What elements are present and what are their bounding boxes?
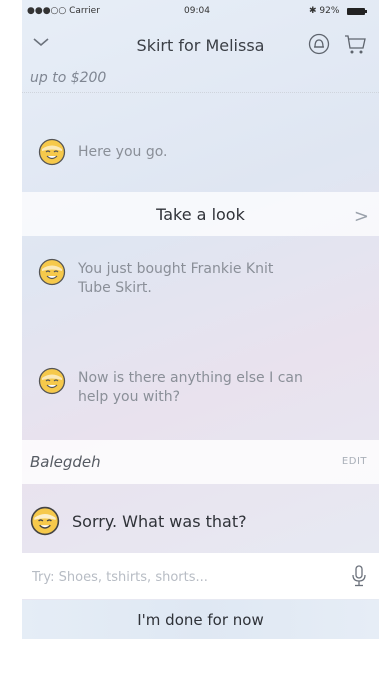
bot-message-text: You just bought Frankie Knit Tube Skirt. — [78, 261, 274, 296]
chat-input[interactable] — [30, 565, 314, 589]
previous-message-text: up to $200 — [30, 70, 107, 86]
user-reply-row: Balegdeh EDIT — [22, 440, 379, 484]
chat-input-row — [22, 553, 379, 599]
bot-message: Sorry. What was that? — [22, 490, 379, 552]
divider — [22, 92, 379, 93]
bot-message: You just bought Frankie Knit Tube Skirt. — [38, 258, 288, 298]
chevron-right-icon: > — [353, 206, 369, 227]
take-a-look-label: Take a look — [156, 204, 245, 224]
notification-bell-icon[interactable] — [307, 32, 331, 56]
smiley-face-icon — [30, 506, 60, 536]
bot-message: Now is there anything else I can help yo… — [38, 367, 318, 407]
shopping-cart-icon[interactable] — [343, 32, 367, 56]
microphone-icon[interactable] — [351, 565, 367, 587]
bot-message-text: Now is there anything else I can help yo… — [78, 370, 303, 405]
take-a-look-button[interactable]: Take a look > — [22, 192, 379, 236]
nav-bar: Skirt for Melissa — [22, 24, 379, 64]
edit-button[interactable]: EDIT — [342, 456, 367, 467]
status-bar: ●●●○○ Carrier 09:04 ✱ 92% — [22, 0, 379, 24]
smiley-face-icon — [38, 138, 66, 166]
battery-percentage: ✱ 92% — [309, 6, 340, 16]
bot-message-text: Here you go. — [78, 144, 168, 160]
battery-icon — [347, 8, 367, 15]
bot-message: Here you go. — [38, 138, 358, 166]
bot-message-text: Sorry. What was that? — [72, 511, 247, 531]
clock: 09:04 — [184, 6, 210, 16]
done-button[interactable]: I'm done for now — [22, 600, 379, 639]
smiley-face-icon — [38, 258, 66, 286]
user-reply-text: Balegdeh — [30, 453, 101, 471]
phone-screen: ●●●○○ Carrier 09:04 ✱ 92% Skirt for Meli… — [22, 0, 379, 639]
smiley-face-icon — [38, 367, 66, 395]
carrier-label: ●●●○○ Carrier — [27, 6, 100, 16]
